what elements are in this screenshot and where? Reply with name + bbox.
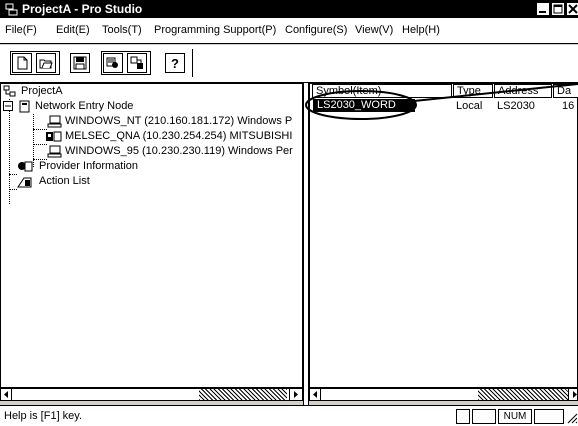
menu-file[interactable]: File(F) — [5, 24, 37, 36]
tree-line — [9, 189, 17, 190]
window-title: ProjectA - Pro Studio — [22, 2, 143, 16]
row-symbol[interactable]: LS2030_WORD — [313, 99, 415, 112]
arrow-left-icon — [313, 391, 317, 398]
svg-text:?: ? — [171, 56, 179, 70]
column-header-type[interactable]: Type — [453, 84, 493, 98]
arrow-right-icon — [573, 391, 577, 398]
tree-line — [9, 174, 17, 175]
status-panel — [472, 409, 496, 424]
menu-bar: File(F) Edit(E) Tools(T) Programming Sup… — [0, 18, 578, 44]
scroll-track[interactable] — [199, 389, 287, 400]
menu-programming-support[interactable]: Programming Support(P) — [154, 24, 276, 36]
menu-view[interactable]: View(V) — [355, 24, 393, 36]
tree-label: Action List — [39, 175, 90, 187]
save-icon — [73, 56, 87, 70]
open-icon — [39, 59, 53, 69]
title-bar[interactable]: ProjectA - Pro Studio — [0, 0, 578, 18]
new-button[interactable] — [12, 53, 32, 73]
column-header-symbol[interactable]: Symbol(Item) — [312, 84, 452, 98]
tree-label: WINDOWS_NT (210.160.181.172) Windows P — [65, 115, 293, 127]
scroll-left-button[interactable] — [1, 389, 12, 400]
row-type[interactable]: Local — [456, 99, 482, 113]
menu-help[interactable]: Help(H) — [402, 24, 440, 36]
arrow-left-icon — [4, 391, 8, 398]
tree-label: MELSEC_QNA (10.230.254.254) MITSUBISHI — [65, 130, 293, 142]
row-address[interactable]: LS2030 — [497, 99, 535, 113]
tree-label: ProjectA — [21, 85, 63, 97]
menu-configure[interactable]: Configure(S) — [285, 24, 347, 36]
arrow-right-icon — [294, 391, 298, 398]
column-header-address[interactable]: Address — [494, 84, 552, 98]
save-button[interactable] — [70, 53, 90, 73]
tree-label: Provider Information — [39, 160, 139, 172]
collapse-icon[interactable] — [3, 101, 14, 112]
action-icon — [17, 177, 32, 188]
status-bar: Help is [F1] key. NUM — [0, 405, 578, 426]
help-icon: ? — [171, 56, 179, 70]
tree-horizontal-scrollbar[interactable] — [0, 388, 303, 401]
row-data[interactable]: 16 — [562, 99, 574, 113]
list-horizontal-scrollbar[interactable] — [309, 388, 578, 401]
symbol-list[interactable]: Symbol(Item) Type Address Da LS2030_WORD… — [309, 83, 578, 388]
toolbar: ? — [0, 45, 578, 83]
tree-label: WINDOWS_95 (10.230.230.119) Windows Per — [65, 145, 293, 157]
scroll-left-button[interactable] — [310, 389, 321, 400]
network-icon — [19, 100, 30, 113]
app-icon — [5, 3, 18, 16]
menu-tools[interactable]: Tools(T) — [102, 24, 142, 36]
pc-icon — [47, 145, 62, 158]
tree-line — [33, 144, 47, 145]
tree-label: Network Entry Node — [35, 100, 134, 112]
minimize-button[interactable] — [536, 2, 550, 16]
build-icon — [106, 57, 118, 68]
close-icon — [568, 4, 578, 14]
project-tree[interactable]: ProjectA Network Entry Node WINDOWS_NT (… — [0, 83, 303, 388]
menu-edit[interactable]: Edit(E) — [56, 24, 90, 36]
open-button[interactable] — [36, 53, 56, 73]
scroll-track[interactable] — [478, 389, 568, 400]
build-button[interactable] — [103, 53, 123, 73]
application-window: ProjectA - Pro Studio File(F) Edit(E) To… — [0, 0, 578, 426]
plc-icon — [46, 131, 62, 142]
new-icon — [17, 56, 28, 70]
status-panel — [534, 409, 564, 424]
provider-icon — [18, 161, 33, 172]
pc-icon — [47, 115, 62, 128]
close-button[interactable] — [566, 2, 578, 16]
transfer-icon — [130, 56, 143, 69]
toolbar-divider — [192, 49, 193, 77]
maximize-button[interactable] — [551, 2, 565, 16]
minimize-icon — [539, 11, 546, 13]
help-button[interactable]: ? — [165, 53, 185, 73]
column-header-data[interactable]: Da — [553, 84, 578, 98]
resize-grip-icon[interactable] — [566, 412, 578, 424]
scroll-right-button[interactable] — [289, 389, 300, 400]
status-panel — [456, 409, 470, 424]
scroll-right-button[interactable] — [568, 389, 578, 400]
status-num: NUM — [498, 409, 532, 424]
status-help-text: Help is [F1] key. — [4, 410, 83, 422]
project-icon — [3, 85, 16, 97]
transfer-button[interactable] — [127, 53, 147, 73]
maximize-icon — [553, 4, 563, 14]
